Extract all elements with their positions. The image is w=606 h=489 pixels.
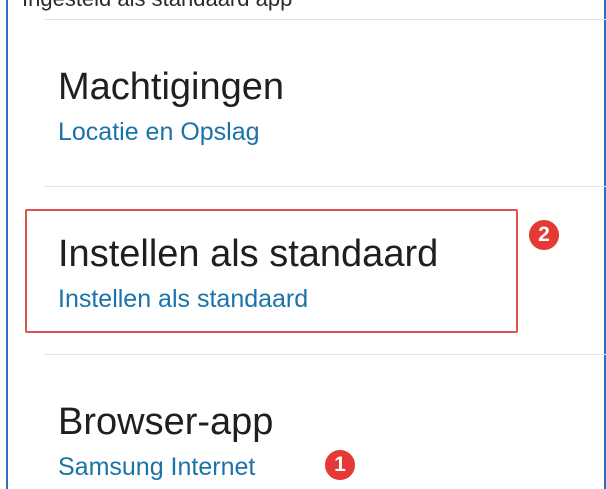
frame-border-left xyxy=(6,0,8,489)
divider xyxy=(44,186,606,187)
setting-subtitle: Samsung Internet xyxy=(58,453,256,481)
highlight-box xyxy=(25,209,518,333)
top-partial-text: Ingesteld als standaard app xyxy=(22,0,292,12)
setting-item-browser-app[interactable]: Browser-app Samsung Internet xyxy=(58,403,273,480)
step-badge-1: 1 xyxy=(323,448,357,482)
setting-title: Browser-app xyxy=(58,401,274,443)
step-badge-2: 2 xyxy=(527,218,561,252)
setting-item-permissions[interactable]: Machtigingen Locatie en Opslag xyxy=(58,68,284,145)
divider xyxy=(44,354,606,355)
settings-screenshot: Ingesteld als standaard app Machtigingen… xyxy=(0,0,606,489)
divider xyxy=(44,19,606,20)
setting-subtitle: Locatie en Opslag xyxy=(58,118,260,146)
setting-title: Machtigingen xyxy=(58,66,285,108)
